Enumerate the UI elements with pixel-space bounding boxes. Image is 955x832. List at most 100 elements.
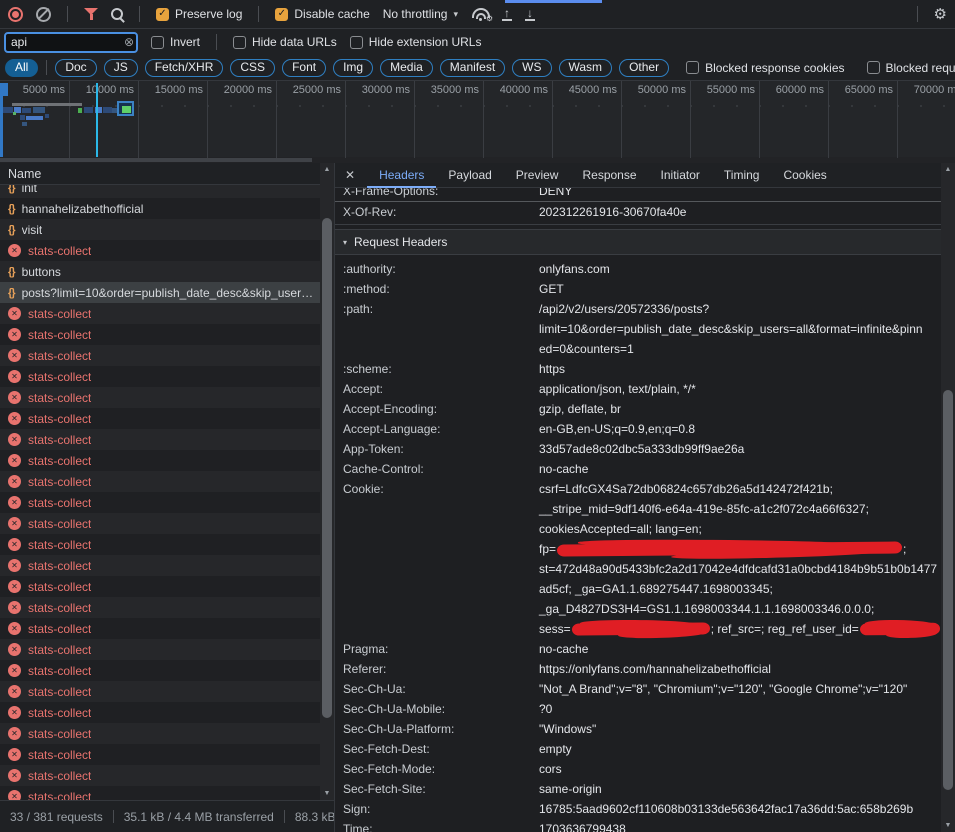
filter-pill-all[interactable]: All [5, 59, 38, 77]
request-row-stats-collect[interactable]: ✕stats-collect [0, 534, 320, 555]
scroll-down-icon[interactable]: ▼ [941, 819, 955, 832]
failed-request-icon: ✕ [8, 370, 21, 383]
close-icon[interactable]: ✕ [335, 168, 367, 182]
invert-checkbox[interactable]: Invert [151, 35, 200, 49]
tab-preview[interactable]: Preview [504, 163, 571, 188]
request-row-stats-collect[interactable]: ✕stats-collect [0, 597, 320, 618]
request-row-stats-collect[interactable]: ✕stats-collect [0, 429, 320, 450]
request-row-stats-collect[interactable]: ✕stats-collect [0, 744, 320, 765]
scrollbar-thumb[interactable] [322, 218, 332, 718]
header-value-line: cookiesAccepted=all; lang=en; [539, 519, 941, 539]
filter-pill-ws[interactable]: WS [512, 59, 551, 77]
hide-extension-urls-checkbox[interactable]: Hide extension URLs [350, 35, 482, 49]
request-row-stats-collect[interactable]: ✕stats-collect [0, 702, 320, 723]
disable-cache-checkbox[interactable]: ✓ Disable cache [275, 7, 369, 21]
request-row-stats-collect[interactable]: ✕stats-collect [0, 450, 320, 471]
name-column-header[interactable]: Name [0, 163, 334, 185]
network-overview-timeline[interactable]: 5000 ms10000 ms15000 ms20000 ms25000 ms3… [0, 81, 955, 163]
search-button[interactable] [111, 8, 123, 20]
timeline-tick-label: 55000 ms [689, 84, 755, 97]
request-details-panel: ✕ HeadersPayloadPreviewResponseInitiator… [334, 163, 955, 832]
request-row-stats-collect[interactable]: ✕stats-collect [0, 324, 320, 345]
request-row-stats-collect[interactable]: ✕stats-collect [0, 513, 320, 534]
request-name: stats-collect [28, 349, 91, 363]
clear-button[interactable] [36, 7, 51, 22]
scrollbar-thumb[interactable] [943, 390, 953, 790]
scroll-down-icon[interactable]: ▼ [320, 787, 334, 800]
tab-payload[interactable]: Payload [436, 163, 503, 188]
scroll-up-icon[interactable]: ▲ [320, 163, 334, 176]
filter-pill-media[interactable]: Media [380, 59, 433, 77]
request-row-hannahelizabethofficial[interactable]: {}hannahelizabethofficial [0, 198, 320, 219]
request-row-init[interactable]: {}init [0, 185, 320, 198]
scroll-up-icon[interactable]: ▲ [941, 163, 955, 176]
tab-response[interactable]: Response [570, 163, 648, 188]
header-value: https [539, 359, 941, 379]
settings-button[interactable]: ⚙ [934, 7, 947, 22]
filter-pill-wasm[interactable]: Wasm [559, 59, 613, 77]
header-value-text: cookiesAccepted=all; lang=en; [539, 522, 702, 536]
import-har-button[interactable]: ↑ [502, 8, 512, 21]
tab-initiator[interactable]: Initiator [649, 163, 712, 188]
request-headers-section-header[interactable]: ▾Request Headers [335, 229, 941, 255]
hide-data-urls-checkbox[interactable]: Hide data URLs [233, 35, 337, 49]
header-value-line: gzip, deflate, br [539, 399, 941, 419]
header-value-text: en-GB,en-US;q=0.9,en;q=0.8 [539, 422, 695, 436]
request-row-stats-collect[interactable]: ✕stats-collect [0, 555, 320, 576]
request-row-stats-collect[interactable]: ✕stats-collect [0, 387, 320, 408]
filter-button[interactable] [84, 7, 98, 21]
filter-pill-fetch-xhr[interactable]: Fetch/XHR [145, 59, 224, 77]
filter-input[interactable] [4, 32, 138, 53]
throttling-select[interactable]: No throttling ▾ [383, 7, 458, 21]
selected-request-highlight [117, 101, 134, 116]
request-row-stats-collect[interactable]: ✕stats-collect [0, 408, 320, 429]
divider [139, 6, 140, 22]
request-row-stats-collect[interactable]: ✕stats-collect [0, 723, 320, 744]
filter-pill-js[interactable]: JS [104, 59, 138, 77]
tab-headers[interactable]: Headers [367, 163, 436, 188]
request-row-posts-limit-10-order-pub[interactable]: {}posts?limit=10&order=publish_date_desc… [0, 282, 320, 303]
blocked-response-cookies-checkbox[interactable]: Blocked response cookies [686, 61, 844, 75]
request-row-visit[interactable]: {}visit [0, 219, 320, 240]
header-name: Sec-Fetch-Site: [343, 779, 539, 799]
request-row-stats-collect[interactable]: ✕stats-collect [0, 345, 320, 366]
timeline-tick-label: 5000 ms [0, 84, 65, 97]
filter-pill-img[interactable]: Img [333, 59, 373, 77]
failed-request-icon: ✕ [8, 559, 21, 572]
waterfall-bar [78, 108, 82, 113]
requests-scrollbar[interactable]: ▲ ▼ [320, 163, 334, 800]
tab-cookies[interactable]: Cookies [771, 163, 838, 188]
failed-request-icon: ✕ [8, 748, 21, 761]
filter-pill-font[interactable]: Font [282, 59, 326, 77]
record-button[interactable] [8, 7, 23, 22]
request-row-stats-collect[interactable]: ✕stats-collect [0, 765, 320, 786]
export-har-button[interactable]: ↓ [525, 8, 535, 21]
request-row-stats-collect[interactable]: ✕stats-collect [0, 681, 320, 702]
request-row-stats-collect[interactable]: ✕stats-collect [0, 240, 320, 261]
filter-bar: ⊗ Invert Hide data URLs Hide extension U… [0, 29, 955, 55]
overview-scroll-thumb[interactable] [0, 158, 312, 162]
request-row-stats-collect[interactable]: ✕stats-collect [0, 471, 320, 492]
header-name: Accept-Encoding: [343, 399, 539, 419]
headers-content: X-Frame-Options:DENYX-Of-Rev:20231226191… [335, 188, 941, 832]
request-row-stats-collect[interactable]: ✕stats-collect [0, 366, 320, 387]
request-row-stats-collect[interactable]: ✕stats-collect [0, 786, 320, 800]
filter-pill-manifest[interactable]: Manifest [440, 59, 505, 77]
request-row-stats-collect[interactable]: ✕stats-collect [0, 660, 320, 681]
preserve-log-checkbox[interactable]: ✓ Preserve log [156, 7, 242, 21]
filter-pill-doc[interactable]: Doc [55, 59, 96, 77]
filter-pill-css[interactable]: CSS [230, 59, 275, 77]
request-row-stats-collect[interactable]: ✕stats-collect [0, 492, 320, 513]
network-conditions-button[interactable]: ⚙ [471, 7, 489, 21]
request-row-buttons[interactable]: {}buttons [0, 261, 320, 282]
filter-pill-other[interactable]: Other [619, 59, 669, 77]
blocked-requests-checkbox[interactable]: Blocked requests [867, 61, 955, 75]
selected-request-thumb [122, 106, 131, 113]
clear-filter-icon[interactable]: ⊗ [124, 35, 134, 49]
request-row-stats-collect[interactable]: ✕stats-collect [0, 576, 320, 597]
tab-timing[interactable]: Timing [712, 163, 772, 188]
details-scrollbar[interactable]: ▲ ▼ [941, 163, 955, 832]
request-row-stats-collect[interactable]: ✕stats-collect [0, 639, 320, 660]
request-row-stats-collect[interactable]: ✕stats-collect [0, 303, 320, 324]
request-row-stats-collect[interactable]: ✕stats-collect [0, 618, 320, 639]
